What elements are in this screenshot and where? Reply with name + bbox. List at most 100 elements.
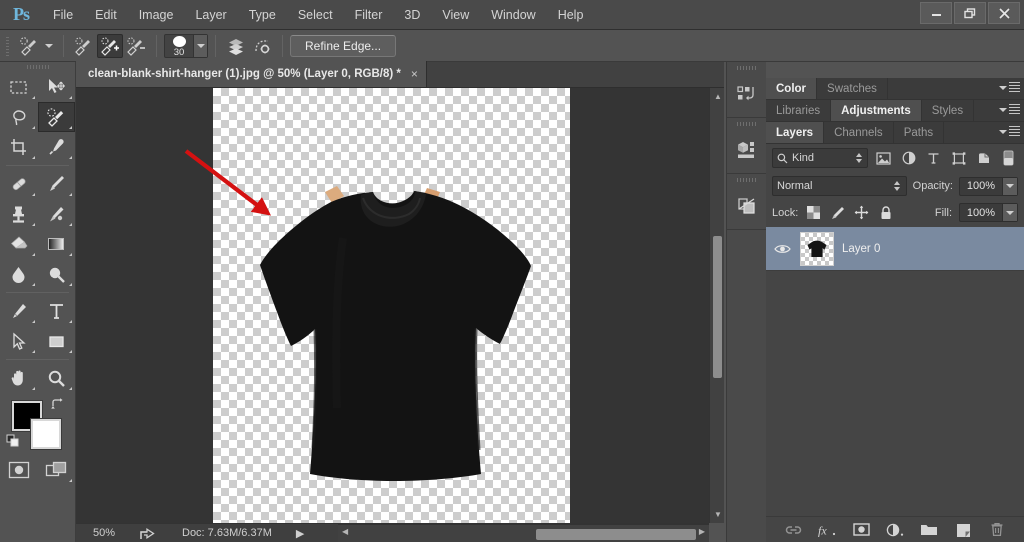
canvas-horizontal-scrollbar[interactable]: ◀ ▶ [338, 524, 709, 542]
quick-mask-mode-icon[interactable] [0, 455, 38, 485]
horizontal-scroll-thumb[interactable] [536, 529, 696, 540]
hand-tool[interactable] [0, 363, 38, 393]
filter-adjustment-layers-icon[interactable] [899, 148, 918, 168]
close-document-icon[interactable]: × [411, 68, 418, 80]
quick-selection-tool-icon[interactable] [16, 34, 42, 58]
blend-mode-select[interactable]: Normal [772, 176, 907, 196]
menu-3d[interactable]: 3D [393, 0, 431, 30]
tab-styles[interactable]: Styles [921, 100, 975, 121]
vertical-scroll-thumb[interactable] [713, 236, 722, 378]
restore-button[interactable] [954, 2, 986, 24]
subtract-from-selection-mode-button[interactable] [123, 34, 149, 58]
add-to-selection-mode-button[interactable] [97, 33, 123, 58]
new-adjustment-layer-icon[interactable] [885, 520, 905, 540]
background-color-swatch[interactable] [31, 419, 61, 449]
menu-image[interactable]: Image [128, 0, 185, 30]
tools-panel-grip[interactable] [0, 62, 75, 72]
filter-pixel-layers-icon[interactable] [874, 148, 893, 168]
auto-enhance-icon[interactable] [249, 34, 275, 58]
scroll-right-arrow[interactable]: ▶ [699, 527, 705, 536]
properties-panel-icon[interactable] [727, 118, 767, 174]
healing-brush-tool[interactable] [0, 169, 38, 199]
eraser-tool[interactable] [0, 229, 38, 259]
color-panel-menu-icon[interactable] [999, 82, 1020, 94]
path-selection-tool[interactable] [0, 326, 38, 356]
layers-panel-menu-icon[interactable] [999, 126, 1020, 138]
type-tool[interactable] [38, 296, 76, 326]
fill-dropdown-arrow[interactable] [1002, 204, 1017, 221]
refine-edge-button[interactable]: Refine Edge... [290, 34, 397, 57]
document-tab[interactable]: clean-blank-shirt-hanger (1).jpg @ 50% (… [76, 61, 427, 87]
lock-transparent-pixels-icon[interactable] [805, 204, 822, 221]
clone-stamp-tool[interactable] [0, 199, 38, 229]
gradient-tool[interactable] [38, 229, 76, 259]
rectangle-shape-tool[interactable] [38, 326, 76, 356]
zoom-tool[interactable] [38, 363, 76, 393]
tool-preset-dropdown[interactable] [42, 36, 56, 56]
link-layers-icon[interactable] [783, 520, 803, 540]
canvas-vertical-scrollbar[interactable]: ▲ ▼ [709, 88, 724, 523]
fill-field[interactable]: 100% [959, 203, 1018, 222]
scroll-down-arrow[interactable]: ▼ [714, 510, 722, 519]
tab-layers[interactable]: Layers [766, 122, 825, 143]
crop-tool[interactable] [0, 132, 38, 162]
blur-tool[interactable] [0, 259, 38, 289]
menu-layer[interactable]: Layer [184, 0, 237, 30]
menu-select[interactable]: Select [287, 0, 344, 30]
options-bar-grip[interactable] [4, 34, 11, 57]
layer-comps-panel-icon[interactable] [727, 174, 767, 230]
filter-smart-object-icon[interactable] [974, 148, 993, 168]
menu-filter[interactable]: Filter [344, 0, 394, 30]
delete-layer-icon[interactable] [987, 520, 1007, 540]
tab-libraries[interactable]: Libraries [766, 100, 832, 121]
sample-all-layers-icon[interactable] [223, 34, 249, 58]
menu-view[interactable]: View [431, 0, 480, 30]
layer-visibility-eye-icon[interactable] [772, 243, 792, 255]
brush-tool[interactable] [38, 169, 76, 199]
layer-filter-kind-select[interactable]: Kind [772, 148, 868, 168]
filter-toggle-icon[interactable] [999, 148, 1018, 168]
rectangular-marquee-tool[interactable] [0, 72, 38, 102]
share-icon[interactable] [132, 527, 162, 540]
history-panel-icon[interactable] [727, 62, 767, 118]
tab-paths[interactable]: Paths [893, 122, 945, 143]
menu-window[interactable]: Window [480, 0, 546, 30]
eyedropper-tool[interactable] [38, 132, 76, 162]
new-group-icon[interactable] [919, 520, 939, 540]
filter-shape-layers-icon[interactable] [949, 148, 968, 168]
lock-image-pixels-icon[interactable] [829, 204, 846, 221]
table-row[interactable]: Layer 0 [766, 227, 1024, 271]
move-tool[interactable] [38, 72, 76, 102]
lock-position-icon[interactable] [853, 204, 870, 221]
new-selection-mode-button[interactable] [71, 34, 97, 58]
tab-color[interactable]: Color [766, 78, 818, 99]
new-layer-icon[interactable] [953, 520, 973, 540]
tab-channels[interactable]: Channels [824, 122, 894, 143]
scroll-left-arrow[interactable]: ◀ [342, 527, 348, 536]
brush-size-preset-picker[interactable]: 30 [164, 33, 208, 58]
minimize-button[interactable] [920, 2, 952, 24]
layer-thumbnail[interactable] [800, 231, 834, 266]
close-button[interactable] [988, 2, 1020, 24]
scroll-up-arrow[interactable]: ▲ [714, 92, 722, 101]
brush-preset-dropdown-arrow[interactable] [193, 34, 207, 57]
blend-mode-spinner[interactable] [893, 181, 902, 191]
swap-colors-icon[interactable] [50, 397, 65, 417]
lasso-tool[interactable] [0, 102, 38, 132]
filter-type-layers-icon[interactable] [924, 148, 943, 168]
add-layer-mask-icon[interactable] [851, 520, 871, 540]
lock-all-icon[interactable] [877, 204, 894, 221]
default-colors-icon[interactable] [6, 434, 20, 453]
opacity-dropdown-arrow[interactable] [1002, 177, 1017, 195]
opacity-field[interactable]: 100% [959, 176, 1018, 196]
pen-tool[interactable] [0, 296, 38, 326]
quick-selection-tool[interactable] [37, 102, 75, 132]
history-brush-tool[interactable] [38, 199, 76, 229]
dodge-tool[interactable] [38, 259, 76, 289]
menu-file[interactable]: File [42, 0, 84, 30]
menu-help[interactable]: Help [547, 0, 595, 30]
tab-adjustments[interactable]: Adjustments [831, 100, 922, 121]
zoom-level-field[interactable]: 50% [76, 527, 132, 539]
adjustments-panel-menu-icon[interactable] [999, 104, 1020, 116]
canvas-area[interactable]: ▲ ▼ [76, 88, 724, 523]
